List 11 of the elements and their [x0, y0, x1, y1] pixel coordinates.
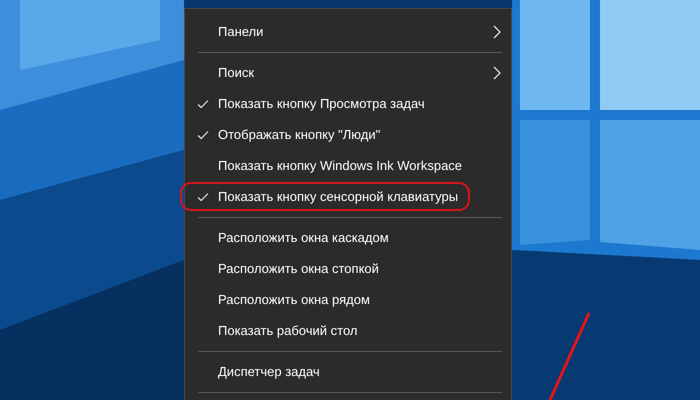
menu-item[interactable]: Диспетчер задач — [185, 356, 511, 387]
menu-item[interactable]: Показать кнопку Просмотра задач — [185, 88, 511, 119]
menu-item[interactable]: Расположить окна стопкой — [185, 253, 511, 284]
menu-item[interactable]: Расположить окна рядом — [185, 284, 511, 315]
menu-item[interactable]: Отображать кнопку "Люди" — [185, 119, 511, 150]
menu-item[interactable]: Расположить окна каскадом — [185, 222, 511, 253]
menu-item[interactable]: Показать рабочий стол — [185, 315, 511, 346]
menu-item[interactable]: Показать кнопку сенсорной клавиатуры — [185, 181, 511, 212]
menu-item[interactable]: Показать кнопку Windows Ink Workspace — [185, 150, 511, 181]
menu-item[interactable]: Панели — [185, 16, 511, 47]
menu-item[interactable]: Поиск — [185, 57, 511, 88]
